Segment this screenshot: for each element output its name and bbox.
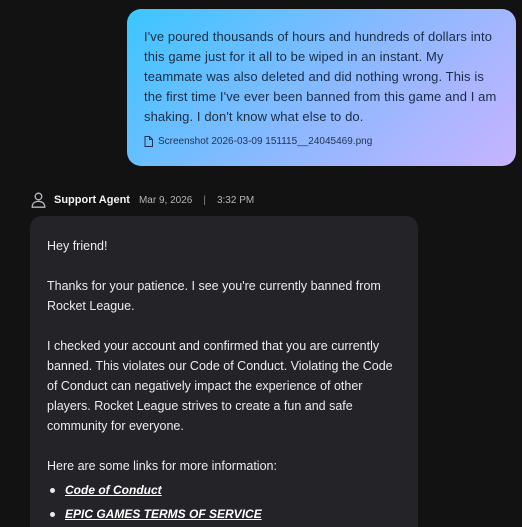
agent-paragraph: Thanks for your patience. I see you're c… xyxy=(47,279,381,313)
agent-name: Support Agent xyxy=(54,194,130,206)
agent-greeting: Hey friend! xyxy=(47,239,108,253)
file-icon xyxy=(144,136,153,147)
person-icon xyxy=(31,192,46,208)
chat-page: I've poured thousands of hours and hundr… xyxy=(0,0,522,527)
user-message-bubble: I've poured thousands of hours and hundr… xyxy=(127,9,516,166)
agent-message-bubble: Hey friend! Thanks for your patience. I … xyxy=(30,216,418,527)
agent-message-header: Support Agent Mar 9, 2026 | 3:32 PM xyxy=(31,191,254,209)
header-separator: | xyxy=(203,194,206,206)
message-date: Mar 9, 2026 xyxy=(138,194,193,206)
links-intro: Here are some links for more information… xyxy=(47,459,277,473)
list-item: EPIC GAMES TERMS OF SERVICE xyxy=(47,502,401,526)
list-item: Code of Conduct xyxy=(47,478,401,502)
agent-paragraph: I checked your account and confirmed tha… xyxy=(47,339,393,433)
info-links-list: Code of Conduct EPIC GAMES TERMS OF SERV… xyxy=(47,478,401,526)
code-of-conduct-link[interactable]: Code of Conduct xyxy=(65,480,162,500)
terms-of-service-link[interactable]: EPIC GAMES TERMS OF SERVICE xyxy=(65,504,262,524)
bullet xyxy=(50,511,55,517)
message-time: 3:32 PM xyxy=(216,194,255,206)
user-message-text: I've poured thousands of hours and hundr… xyxy=(144,29,497,124)
attachment-filename: Screenshot 2026-03-09 151115__24045469.p… xyxy=(158,136,373,147)
bullet xyxy=(50,487,55,493)
attachment-link[interactable]: Screenshot 2026-03-09 151115__24045469.p… xyxy=(144,136,499,147)
